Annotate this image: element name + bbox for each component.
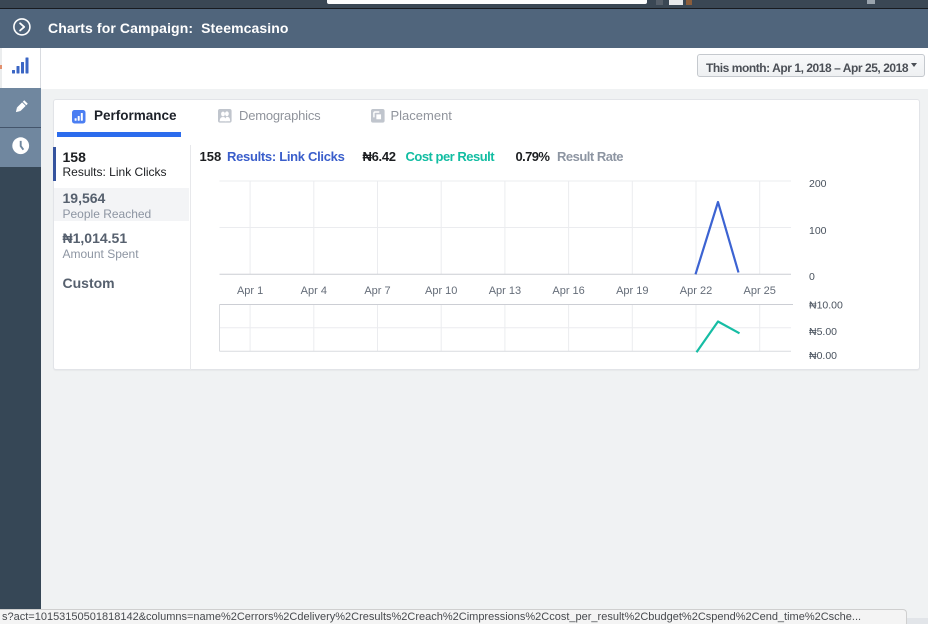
svg-text:Apr 7: Apr 7 bbox=[364, 285, 390, 297]
svg-text:Apr 19: Apr 19 bbox=[616, 285, 648, 297]
svg-text:0: 0 bbox=[809, 271, 815, 283]
svg-text:₦0.00: ₦0.00 bbox=[809, 350, 837, 362]
svg-text:Apr 13: Apr 13 bbox=[489, 285, 521, 297]
svg-text:100: 100 bbox=[809, 225, 827, 237]
svg-text:₦10.00: ₦10.00 bbox=[809, 300, 843, 312]
svg-text:Apr 22: Apr 22 bbox=[680, 285, 712, 297]
svg-text:Apr 25: Apr 25 bbox=[743, 285, 775, 297]
svg-text:200: 200 bbox=[809, 178, 827, 190]
svg-text:Apr 4: Apr 4 bbox=[301, 285, 327, 297]
svg-text:Apr 16: Apr 16 bbox=[552, 285, 584, 297]
svg-text:Apr 1: Apr 1 bbox=[237, 285, 263, 297]
svg-text:₦5.00: ₦5.00 bbox=[809, 326, 837, 338]
svg-text:Apr 10: Apr 10 bbox=[425, 285, 457, 297]
